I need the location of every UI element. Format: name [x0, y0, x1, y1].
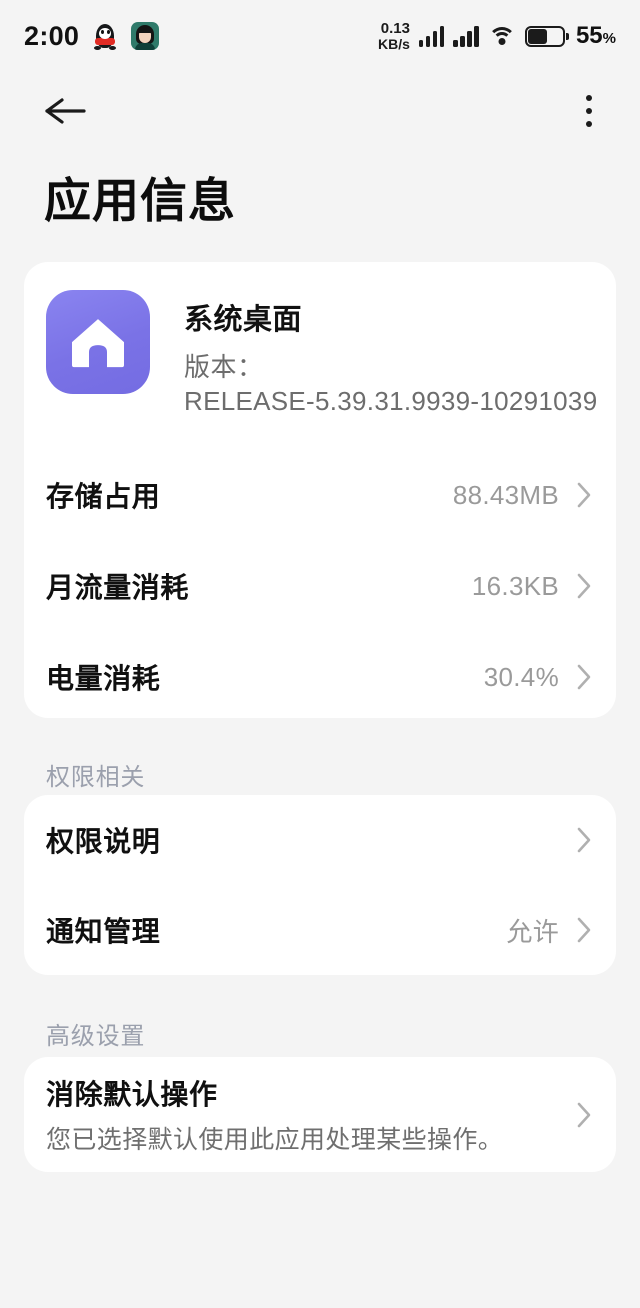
app-meta: 系统桌面 版本： RELEASE-5.39.31.9939-10291039 [184, 290, 597, 417]
row-clear-defaults-label: 消除默认操作 [46, 1079, 218, 1110]
app-version-label: 版本： [184, 352, 264, 382]
battery-percent-label: 55% [576, 22, 616, 50]
status-bar-clock: 2:00 [24, 20, 80, 51]
section-label-permissions: 权限相关 [46, 764, 146, 791]
qq-icon [92, 22, 118, 50]
system-launcher-icon [46, 290, 150, 394]
row-clear-defaults[interactable]: 消除默认操作 您已选择默认使用此应用处理某些操作。 [24, 1057, 616, 1172]
chevron-right-icon [577, 917, 591, 943]
row-permission-details-label: 权限说明 [46, 826, 161, 857]
row-notification-management[interactable]: 通知管理 允许 [24, 885, 616, 975]
network-speed-unit: KB/s [378, 35, 410, 52]
row-battery-usage[interactable]: 电量消耗 30.4% [24, 632, 616, 722]
navigation-bar [0, 78, 640, 144]
status-bar-left: 2:00 [24, 20, 160, 52]
battery-percent-value: 55 [575, 22, 603, 49]
row-monthly-data-usage-value: 16.3KB [471, 570, 559, 601]
signal-bars-sim1-icon [418, 25, 445, 47]
network-speed-value: 0.13 [380, 19, 410, 37]
permissions-card: 权限说明 通知管理 允许 [24, 795, 616, 975]
signal-bars-sim2-icon [453, 25, 479, 47]
chevron-right-icon [577, 1102, 591, 1127]
back-arrow-icon[interactable] [42, 94, 88, 128]
app-version-value: RELEASE-5.39.31.9939-10291039 [184, 386, 598, 416]
wifi-icon [487, 25, 516, 47]
row-notification-management-label: 通知管理 [46, 916, 161, 947]
chevron-right-icon [577, 827, 591, 853]
page-title: 应用信息 [44, 174, 236, 227]
app-summary-card: 系统桌面 版本： RELEASE-5.39.31.9939-10291039 存… [24, 262, 616, 718]
app-name: 系统桌面 [184, 304, 303, 336]
advanced-card: 消除默认操作 您已选择默认使用此应用处理某些操作。 [24, 1057, 616, 1172]
row-monthly-data-usage-label: 月流量消耗 [46, 572, 190, 603]
status-bar-right: 0.13 KB/s 55% [378, 21, 616, 51]
house-glyph [72, 319, 124, 368]
more-options-icon[interactable] [580, 89, 598, 133]
row-clear-defaults-text: 消除默认操作 您已选择默认使用此应用处理某些操作。 [46, 1073, 503, 1156]
section-label-advanced: 高级设置 [46, 1023, 146, 1050]
chevron-right-icon [577, 482, 591, 508]
row-battery-usage-label: 电量消耗 [46, 663, 161, 694]
network-speed-indicator: 0.13 KB/s [378, 21, 410, 51]
row-permission-details[interactable]: 权限说明 [24, 795, 616, 885]
chevron-right-icon [577, 573, 591, 599]
chevron-right-icon [577, 664, 591, 690]
app-header: 系统桌面 版本： RELEASE-5.39.31.9939-10291039 [46, 290, 597, 417]
row-battery-usage-value: 30.4% [483, 661, 559, 692]
row-notification-management-value: 允许 [506, 916, 559, 947]
status-bar: 2:00 0.13 KB/s 55% [0, 0, 640, 72]
row-storage-usage-value: 88.43MB [452, 479, 559, 510]
battery-percent-symbol: % [602, 30, 616, 47]
row-storage-usage[interactable]: 存储占用 88.43MB [24, 450, 616, 540]
row-monthly-data-usage[interactable]: 月流量消耗 16.3KB [24, 541, 616, 631]
row-storage-usage-label: 存储占用 [46, 481, 161, 512]
battery-icon [524, 25, 569, 47]
app-info-screen: 2:00 0.13 KB/s 55% 应用信息 系统桌面 版本： RELEASE… [0, 0, 640, 1308]
contacts-app-icon [131, 22, 160, 50]
row-clear-defaults-subtitle: 您已选择默认使用此应用处理某些操作。 [46, 1126, 504, 1154]
